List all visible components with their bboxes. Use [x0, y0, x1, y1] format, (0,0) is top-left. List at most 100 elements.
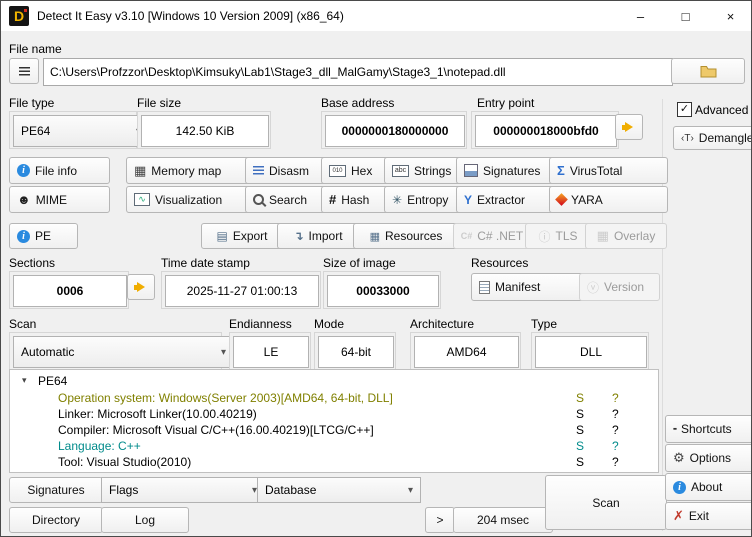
result-info-link[interactable]: ?	[612, 423, 619, 437]
architecture-label: Architecture	[410, 317, 475, 331]
result-info-link[interactable]: ?	[612, 391, 619, 405]
more-button[interactable]: >	[425, 507, 455, 533]
memory-map-label: Memory map	[151, 163, 222, 178]
scan-method-value: Automatic	[21, 345, 75, 359]
result-row[interactable]: Compiler: Microsoft Visual C/C++(16.00.4…	[10, 423, 658, 439]
file-size-label: File size	[137, 96, 182, 110]
maximize-button[interactable]: □	[663, 1, 708, 31]
tree-root-label: PE64	[38, 374, 68, 388]
minimize-button[interactable]: –	[618, 1, 663, 31]
result-row[interactable]: Language: C++ S ?	[10, 439, 658, 455]
result-info-link[interactable]: ?	[612, 439, 619, 453]
export-button[interactable]: ▤ Export	[201, 223, 283, 249]
recent-files-button[interactable]	[9, 58, 39, 84]
size-of-image-value: 00033000	[327, 275, 439, 307]
maximize-icon: □	[681, 8, 690, 24]
extractor-label: Extractor	[477, 192, 526, 207]
options-button[interactable]: ⚙ Options	[665, 444, 751, 472]
sections-goto-button[interactable]	[127, 274, 155, 300]
result-row[interactable]: Tool: Visual Studio(2010) S ?	[10, 455, 658, 471]
pe-label: PE	[35, 229, 52, 243]
entry-point-goto-button[interactable]	[615, 114, 643, 140]
file-type-select[interactable]: PE64 ▾	[13, 115, 149, 147]
app-window: D Detect It Easy v3.10 [Windows 10 Versi…	[0, 0, 752, 537]
signatures-tool-button[interactable]: Signatures	[456, 157, 556, 184]
hash-button[interactable]: # Hash	[321, 186, 391, 213]
hex-label: Hex	[351, 163, 373, 178]
version-button: ⓥ Version	[579, 273, 660, 301]
result-signature-link[interactable]: S	[576, 391, 584, 405]
about-button[interactable]: i About	[665, 473, 751, 501]
search-icon	[253, 194, 264, 205]
strings-button[interactable]: abc Strings	[384, 157, 464, 184]
advanced-label: Advanced	[695, 103, 749, 117]
exit-button[interactable]: ✗ Exit	[665, 502, 751, 530]
chevron-down-icon: ▾	[220, 346, 226, 358]
app-icon-letter: D	[13, 8, 25, 24]
result-signature-link[interactable]: S	[576, 455, 584, 469]
folder-icon	[700, 65, 717, 78]
resources-icon: ▦	[369, 230, 381, 243]
entry-point-value: 000000018000bfd0	[475, 115, 617, 147]
memory-map-button[interactable]: ▦ Memory map	[126, 157, 252, 184]
pe-button[interactable]: i PE	[9, 223, 78, 249]
disasm-button[interactable]: Disasm	[245, 157, 328, 184]
close-button[interactable]: ×	[708, 1, 751, 31]
visualization-button[interactable]: ∿ Visualization	[126, 186, 252, 213]
yara-button[interactable]: YARA	[549, 186, 668, 213]
result-signature-link[interactable]: S	[576, 439, 584, 453]
demangle-button[interactable]: ‹T› Demangle	[673, 126, 751, 150]
signatures-icon	[464, 164, 478, 177]
entropy-button[interactable]: ✳ Entropy	[384, 186, 464, 213]
mode-label: Mode	[314, 317, 345, 331]
log-button[interactable]: Log	[101, 507, 189, 533]
result-row[interactable]: Operation system: Windows(Server 2003)[A…	[10, 391, 658, 407]
scan-button[interactable]: Scan	[545, 475, 667, 530]
file-path-input[interactable]	[43, 58, 673, 86]
entropy-icon: ✳	[392, 192, 403, 207]
resources-group-label: Resources	[471, 256, 529, 270]
extractor-button[interactable]: Y Extractor	[456, 186, 556, 213]
endianness-value: LE	[233, 336, 309, 368]
scan-elapsed-value: 204 msec	[476, 513, 530, 527]
resources-button[interactable]: ▦ Resources	[353, 223, 459, 249]
result-info-link[interactable]: ?	[612, 407, 619, 421]
mime-button[interactable]: ☻ MIME	[9, 186, 110, 213]
import-button[interactable]: ↴ Import	[277, 223, 359, 249]
result-signature-link[interactable]: S	[576, 423, 584, 437]
dotnet-button: C# C# .NET	[453, 223, 531, 249]
flags-value: Flags	[109, 483, 139, 497]
flags-select[interactable]: Flags ▾	[101, 477, 265, 503]
virustotal-button[interactable]: Σ VirusTotal	[549, 157, 668, 184]
more-label: >	[436, 513, 444, 527]
hex-button[interactable]: 010 Hex	[321, 157, 391, 184]
shortcuts-button[interactable]: ▪▪ Shortcuts	[665, 415, 751, 443]
circled-i-icon: ⓘ	[538, 229, 551, 244]
file-info-button[interactable]: i File info	[9, 157, 110, 184]
result-info-link[interactable]: ?	[612, 455, 619, 469]
strings-icon: abc	[392, 164, 409, 177]
signatures-db-button[interactable]: Signatures	[9, 477, 103, 503]
search-button[interactable]: Search	[245, 186, 328, 213]
mime-label: MIME	[35, 192, 68, 207]
import-icon: ↴	[293, 229, 304, 243]
scan-button-label: Scan	[592, 495, 620, 510]
tls-label: TLS	[555, 229, 578, 243]
type-label: Type	[531, 317, 558, 331]
result-signature-link[interactable]: S	[576, 407, 584, 421]
size-of-image-frame: 00033000	[323, 271, 441, 309]
time-date-stamp-label: Time date stamp	[161, 256, 250, 270]
open-file-button[interactable]	[671, 58, 745, 84]
resources-label: Resources	[385, 229, 443, 243]
scan-label: Scan	[9, 317, 37, 331]
visualization-label: Visualization	[155, 192, 223, 207]
directory-button[interactable]: Directory	[9, 507, 103, 533]
scan-method-select[interactable]: Automatic ▾	[13, 336, 234, 368]
database-select[interactable]: Database ▾	[257, 477, 421, 503]
gear-icon: ⚙	[673, 450, 685, 465]
signatures-db-label: Signatures	[27, 483, 85, 497]
result-row[interactable]: Linker: Microsoft Linker(10.00.40219) S …	[10, 407, 658, 423]
advanced-checkbox[interactable]: ✓	[677, 102, 692, 117]
file-size-frame: 142.50 KiB	[137, 111, 271, 149]
manifest-button[interactable]: Manifest	[471, 273, 584, 301]
